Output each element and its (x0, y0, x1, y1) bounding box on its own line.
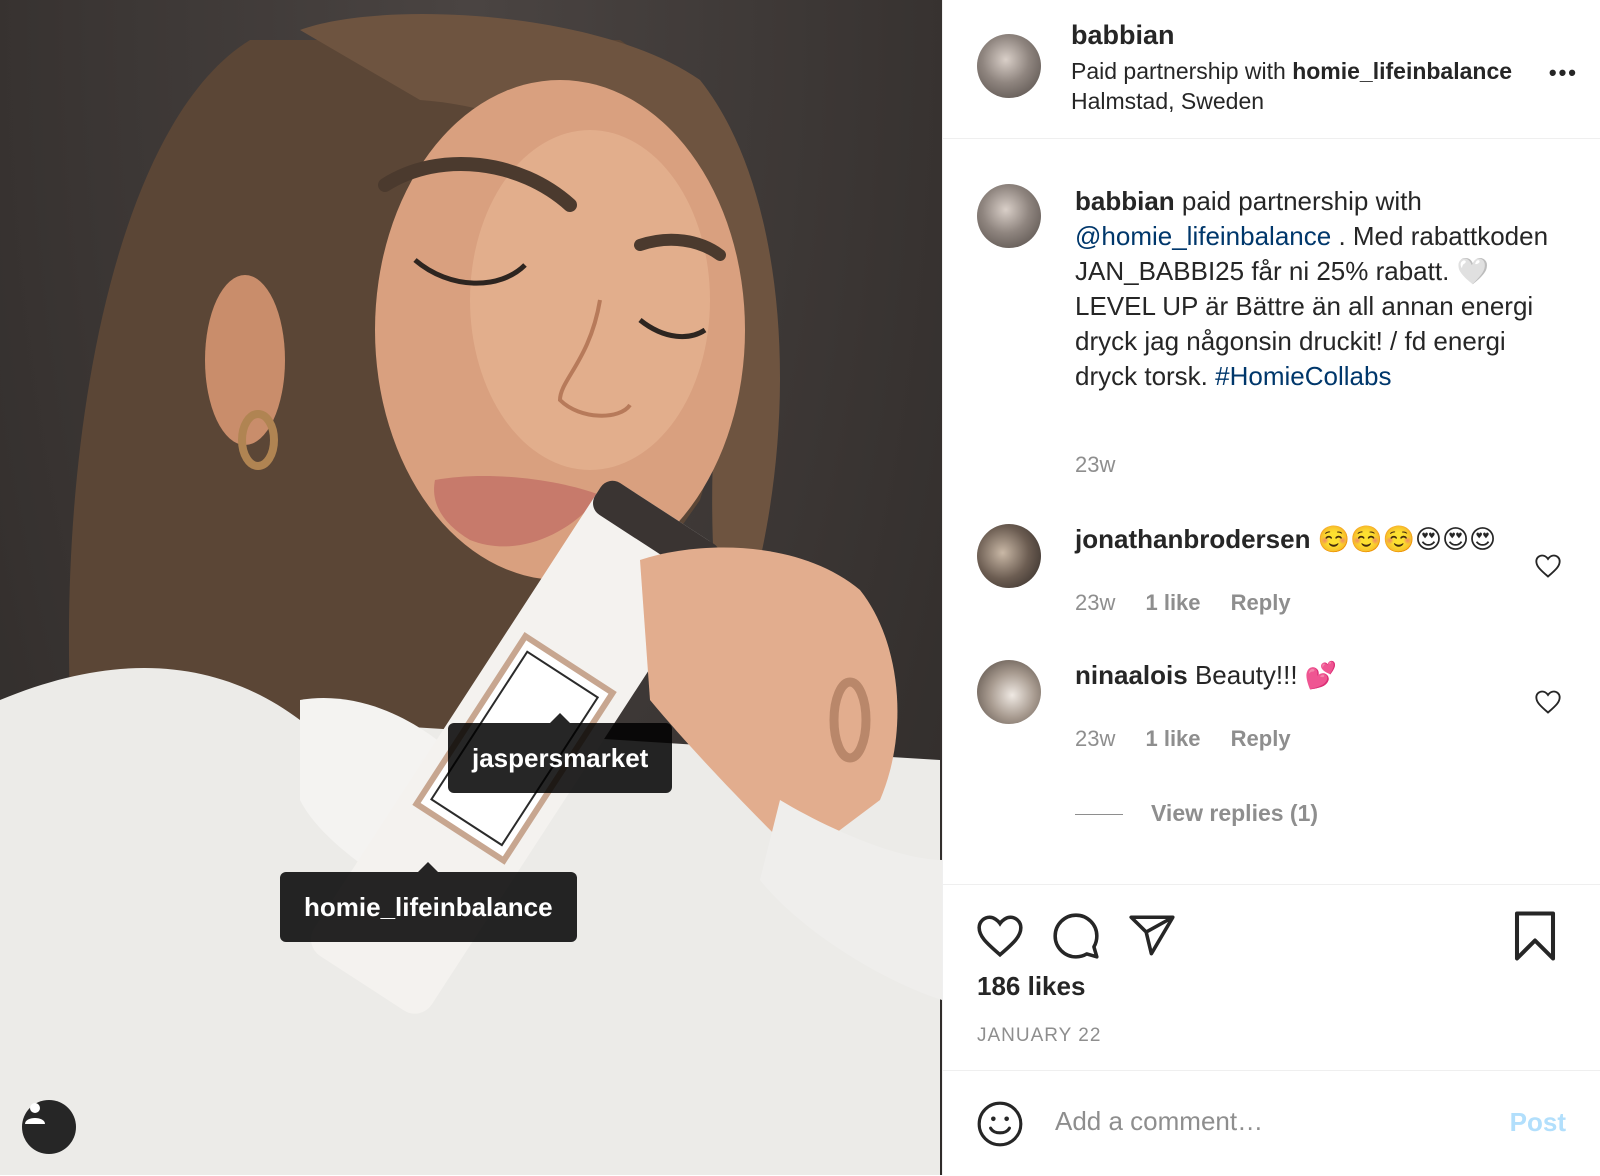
heart-icon[interactable] (975, 911, 1025, 961)
comment-text: ☺️☺️☺️😍😍😍 (1317, 524, 1497, 554)
emoji-icon[interactable] (975, 1099, 1025, 1149)
post-location[interactable]: Halmstad, Sweden (1071, 88, 1264, 115)
caption-mention[interactable]: @homie_lifeinbalance (1075, 221, 1331, 251)
post-actions: 186 likes JANUARY 22 (943, 884, 1600, 1071)
partner-link[interactable]: homie_lifeinbalance (1292, 58, 1512, 84)
partnership-prefix: Paid partnership with (1071, 58, 1286, 84)
comment-reply-button[interactable]: Reply (1231, 590, 1291, 615)
post-header: babbian Paid partnership with homie_life… (943, 0, 1600, 139)
comment-item: ninaalois Beauty!!! 💕 (1075, 658, 1535, 692)
share-icon[interactable] (1127, 911, 1177, 961)
partnership-line: Paid partnership with homie_lifeinbalanc… (1071, 58, 1551, 85)
comment-meta: 23w 1 like Reply (1075, 590, 1315, 616)
comment-icon[interactable] (1051, 911, 1101, 961)
tagged-users-button[interactable] (22, 1100, 76, 1154)
comment-avatar[interactable] (977, 660, 1041, 724)
post-photo[interactable]: jaspersmarket homie_lifeinbalance (0, 0, 942, 1175)
comment-reply-button[interactable]: Reply (1231, 726, 1291, 751)
like-count[interactable]: 186 likes (977, 971, 1085, 1002)
caption-author-avatar[interactable] (977, 184, 1041, 248)
comment-text: Beauty!!! 💕 (1194, 660, 1338, 690)
comment-likes[interactable]: 1 like (1145, 590, 1200, 615)
more-options-button[interactable]: ••• (1549, 60, 1578, 86)
add-comment-bar: Post (943, 1070, 1600, 1176)
comment-item: jonathanbrodersen ☺️☺️☺️😍😍😍 (1075, 522, 1535, 556)
comment-meta: 23w 1 like Reply (1075, 726, 1315, 752)
caption-hashtag[interactable]: #HomieCollabs (1215, 361, 1391, 391)
author-avatar[interactable] (977, 34, 1041, 98)
user-tag-icon (25, 1103, 45, 1124)
caption-time: 23w (1075, 452, 1116, 477)
comment-username[interactable]: ninaalois (1075, 660, 1188, 690)
post-date[interactable]: JANUARY 22 (977, 1025, 1101, 1047)
post-comment-button[interactable]: Post (1510, 1107, 1566, 1138)
caption-lead: paid partnership with (1181, 186, 1422, 216)
post-caption: babbian paid partnership with @homie_lif… (1075, 184, 1565, 394)
author-username[interactable]: babbian (1071, 20, 1175, 51)
view-replies-button[interactable]: View replies (1) (1151, 800, 1318, 827)
comment-time: 23w (1075, 726, 1116, 751)
comment-like-heart-icon[interactable] (1534, 688, 1562, 716)
comment-input[interactable] (1053, 1105, 1457, 1138)
comment-time: 23w (1075, 590, 1116, 615)
photo-illustration (0, 14, 942, 1175)
view-replies-divider (1075, 814, 1123, 815)
post-side-panel: babbian Paid partnership with homie_life… (942, 0, 1600, 1175)
comment-avatar[interactable] (977, 524, 1041, 588)
comment-like-heart-icon[interactable] (1534, 552, 1562, 580)
photo-tag-jaspersmarket[interactable]: jaspersmarket (448, 713, 673, 793)
comment-username[interactable]: jonathanbrodersen (1075, 524, 1310, 554)
photo-tag-homie-lifeinbalance[interactable]: homie_lifeinbalance (280, 862, 577, 942)
caption-author[interactable]: babbian (1075, 186, 1175, 216)
bookmark-icon[interactable] (1511, 909, 1559, 963)
comment-likes[interactable]: 1 like (1145, 726, 1200, 751)
